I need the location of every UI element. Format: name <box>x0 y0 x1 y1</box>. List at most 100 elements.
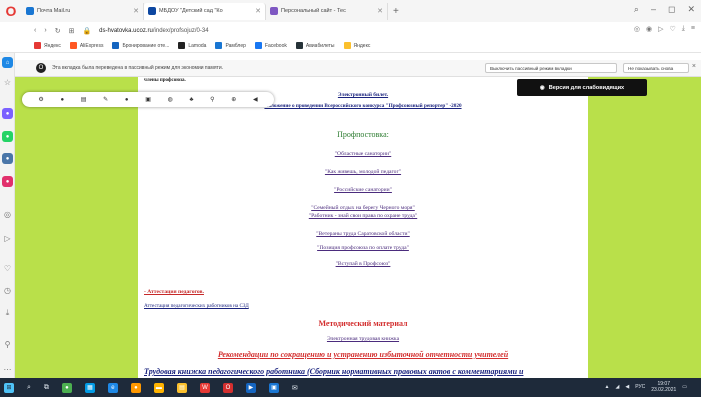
lock-icon: 🔒 <box>82 27 92 35</box>
mail-icon[interactable]: ✉ <box>292 384 298 392</box>
search-icon[interactable]: ⌕ <box>634 4 639 15</box>
labor-book-link[interactable]: Трудовая книжка педагогического работник… <box>144 367 523 376</box>
close-icon[interactable]: × <box>692 63 696 70</box>
document-icon[interactable]: ▤ <box>81 96 87 103</box>
reload-icon[interactable]: ↻ <box>55 27 61 35</box>
maximize-icon[interactable]: ◻ <box>668 4 675 15</box>
folder-icon[interactable]: ▬ <box>153 382 164 393</box>
bookmark-rambler[interactable]: Рамблер <box>215 42 246 49</box>
edge-icon[interactable]: e <box>107 382 118 393</box>
bookmark-aliexpress[interactable]: AliExpress <box>69 42 103 49</box>
tray-app-icon[interactable]: ▲ <box>605 384 610 390</box>
page-background-left <box>15 77 138 378</box>
menu-icon[interactable]: ≡ <box>691 25 695 33</box>
more-icon[interactable]: ⋯ <box>2 364 13 375</box>
close-window-icon[interactable]: ✕ <box>687 4 695 15</box>
extensions-icon[interactable]: ⚲ <box>2 339 13 350</box>
heart-icon[interactable]: ♡ <box>2 263 13 274</box>
grid-icon[interactable]: ⊞ <box>69 27 75 35</box>
back-icon[interactable]: ‹ <box>34 27 36 34</box>
recommendations-link[interactable]: Рекомендации по сокращению и устранению … <box>138 350 588 359</box>
profpost-link[interactable]: "Как живешь, молодой педагог" <box>138 169 588 175</box>
history-icon[interactable]: ◷ <box>2 285 13 296</box>
url-field[interactable]: ds-hvatovka.ucoz.ru/index/profsojuz/0-34 <box>99 28 208 34</box>
disable-passive-mode-button[interactable]: Выключить пассивный режим вкладки <box>485 63 617 73</box>
download-icon[interactable]: ⤓ <box>2 307 13 318</box>
address-actions: ◎ ◉ ▷ ♡ ⤓ ≡ <box>634 25 695 33</box>
profpost-link[interactable]: "Вступай в Профсоюз" <box>138 261 588 267</box>
profpost-link[interactable]: "Ветераны труда Саратовской области" <box>138 231 588 237</box>
record-icon[interactable]: ● <box>125 97 129 103</box>
site-favicon-icon <box>270 7 278 15</box>
media-icon[interactable]: ▶ <box>245 382 256 393</box>
heart-icon[interactable]: ♡ <box>670 25 676 33</box>
shield-icon[interactable]: ◉ <box>646 25 652 33</box>
volume-icon[interactable]: ◀ <box>625 384 629 390</box>
search-icon[interactable]: ⚲ <box>210 96 214 103</box>
store-icon[interactable]: ▦ <box>84 382 95 393</box>
close-icon[interactable]: ✕ <box>133 7 139 15</box>
whatsapp-icon[interactable]: ● <box>2 131 13 142</box>
bell-icon[interactable]: ♣ <box>190 97 194 103</box>
bookmark-facebook[interactable]: Facebook <box>254 42 287 49</box>
forward-icon[interactable]: › <box>44 27 46 34</box>
clock[interactable]: 19:07 23.02.2021 <box>651 381 676 393</box>
dont-show-again-button[interactable]: Не показывать снова <box>623 63 689 73</box>
attestation-sub-link[interactable]: Аттестация педагогических работников на … <box>144 303 249 309</box>
eye-icon[interactable]: ⊕ <box>231 96 236 103</box>
home-icon[interactable]: ⌂ <box>2 57 13 68</box>
profpost-link[interactable]: "Позиция профсоюза по оплате труда" <box>138 245 588 251</box>
plane-icon <box>295 42 303 49</box>
bookmark-yandex[interactable]: Яндекс <box>34 42 61 49</box>
tab-personal-site[interactable]: Персональный сайт - Тес ✕ <box>266 2 388 20</box>
player-icon[interactable]: ◎ <box>2 209 13 220</box>
close-icon[interactable]: ✕ <box>377 7 383 15</box>
profpost-link[interactable]: "Работник - знай свои права по охране тр… <box>138 213 588 219</box>
play-icon[interactable]: ▷ <box>658 25 663 33</box>
yandex-browser-icon[interactable]: ● <box>130 382 141 393</box>
chrome-icon[interactable]: ● <box>61 382 72 393</box>
profpost-link[interactable]: "Областные санатории" <box>138 151 588 157</box>
pen-icon[interactable]: ✎ <box>103 96 108 103</box>
messenger-icon[interactable]: ● <box>2 108 13 119</box>
files-icon[interactable]: ▤ <box>176 382 187 393</box>
chat-icon[interactable]: ◍ <box>168 96 173 103</box>
download-icon[interactable]: ⤓ <box>682 25 685 33</box>
bookmark-flights[interactable]: Авиабилеты <box>295 42 335 49</box>
bookmark-booking[interactable]: Бронирование оте... <box>112 42 169 49</box>
opera-icon: O <box>36 63 46 73</box>
browser-sidebar: ⌂ ☆ ● ● ● ● ◎ ▷ ♡ ◷ ⤓ ⚲ ⋯ <box>0 53 15 378</box>
aliexpress-icon <box>69 42 77 49</box>
photos-icon[interactable]: ▣ <box>268 382 279 393</box>
attestation-link[interactable]: - Аттестация педагогов. <box>144 289 204 295</box>
image-icon[interactable]: ▣ <box>145 96 151 103</box>
tab-mail[interactable]: Почта Mail.ru ✕ <box>22 2 144 20</box>
play-icon[interactable]: ▷ <box>2 233 13 244</box>
settings-icon[interactable]: ⚙ <box>38 96 43 103</box>
network-icon[interactable]: ◢ <box>616 384 620 390</box>
word-icon[interactable]: W <box>199 382 210 393</box>
bookmark-yandex-2[interactable]: Яндекс <box>343 42 370 49</box>
vk-icon[interactable]: ● <box>2 153 13 164</box>
profpost-link[interactable]: "Семейный отдых на берегу Черного моря" <box>138 205 588 211</box>
minimize-icon[interactable]: – <box>651 4 656 15</box>
instagram-icon[interactable]: ● <box>2 176 13 187</box>
star-icon[interactable]: ☆ <box>2 77 13 88</box>
close-icon[interactable]: ✕ <box>255 7 261 15</box>
search-icon[interactable]: ⌕ <box>27 384 31 392</box>
new-tab-icon[interactable]: + <box>388 6 404 17</box>
low-vision-version-button[interactable]: ◉ Версия для слабовидящих <box>517 79 647 96</box>
opera-taskbar-icon[interactable]: O <box>222 382 233 393</box>
bookmark-lamoda[interactable]: Lamoda <box>178 42 206 49</box>
notifications-icon[interactable]: ▭ <box>682 384 687 390</box>
windows-start-icon[interactable]: ⊞ <box>4 382 14 393</box>
opera-logo-icon[interactable]: O <box>0 0 22 22</box>
task-view-icon[interactable]: ⧉ <box>44 384 49 392</box>
tab-kindergarten[interactable]: МБДОУ "Детский сад "Ко ✕ <box>144 2 266 20</box>
camera-icon[interactable]: ◎ <box>634 25 640 33</box>
language-indicator[interactable]: РУС <box>635 384 645 390</box>
profpost-link[interactable]: "Российские санатории" <box>138 187 588 193</box>
workbook-link[interactable]: Электронная трудовая книжка <box>138 336 588 342</box>
speaker-icon[interactable]: ◀ <box>253 96 258 103</box>
circle-icon[interactable]: ● <box>60 97 64 103</box>
